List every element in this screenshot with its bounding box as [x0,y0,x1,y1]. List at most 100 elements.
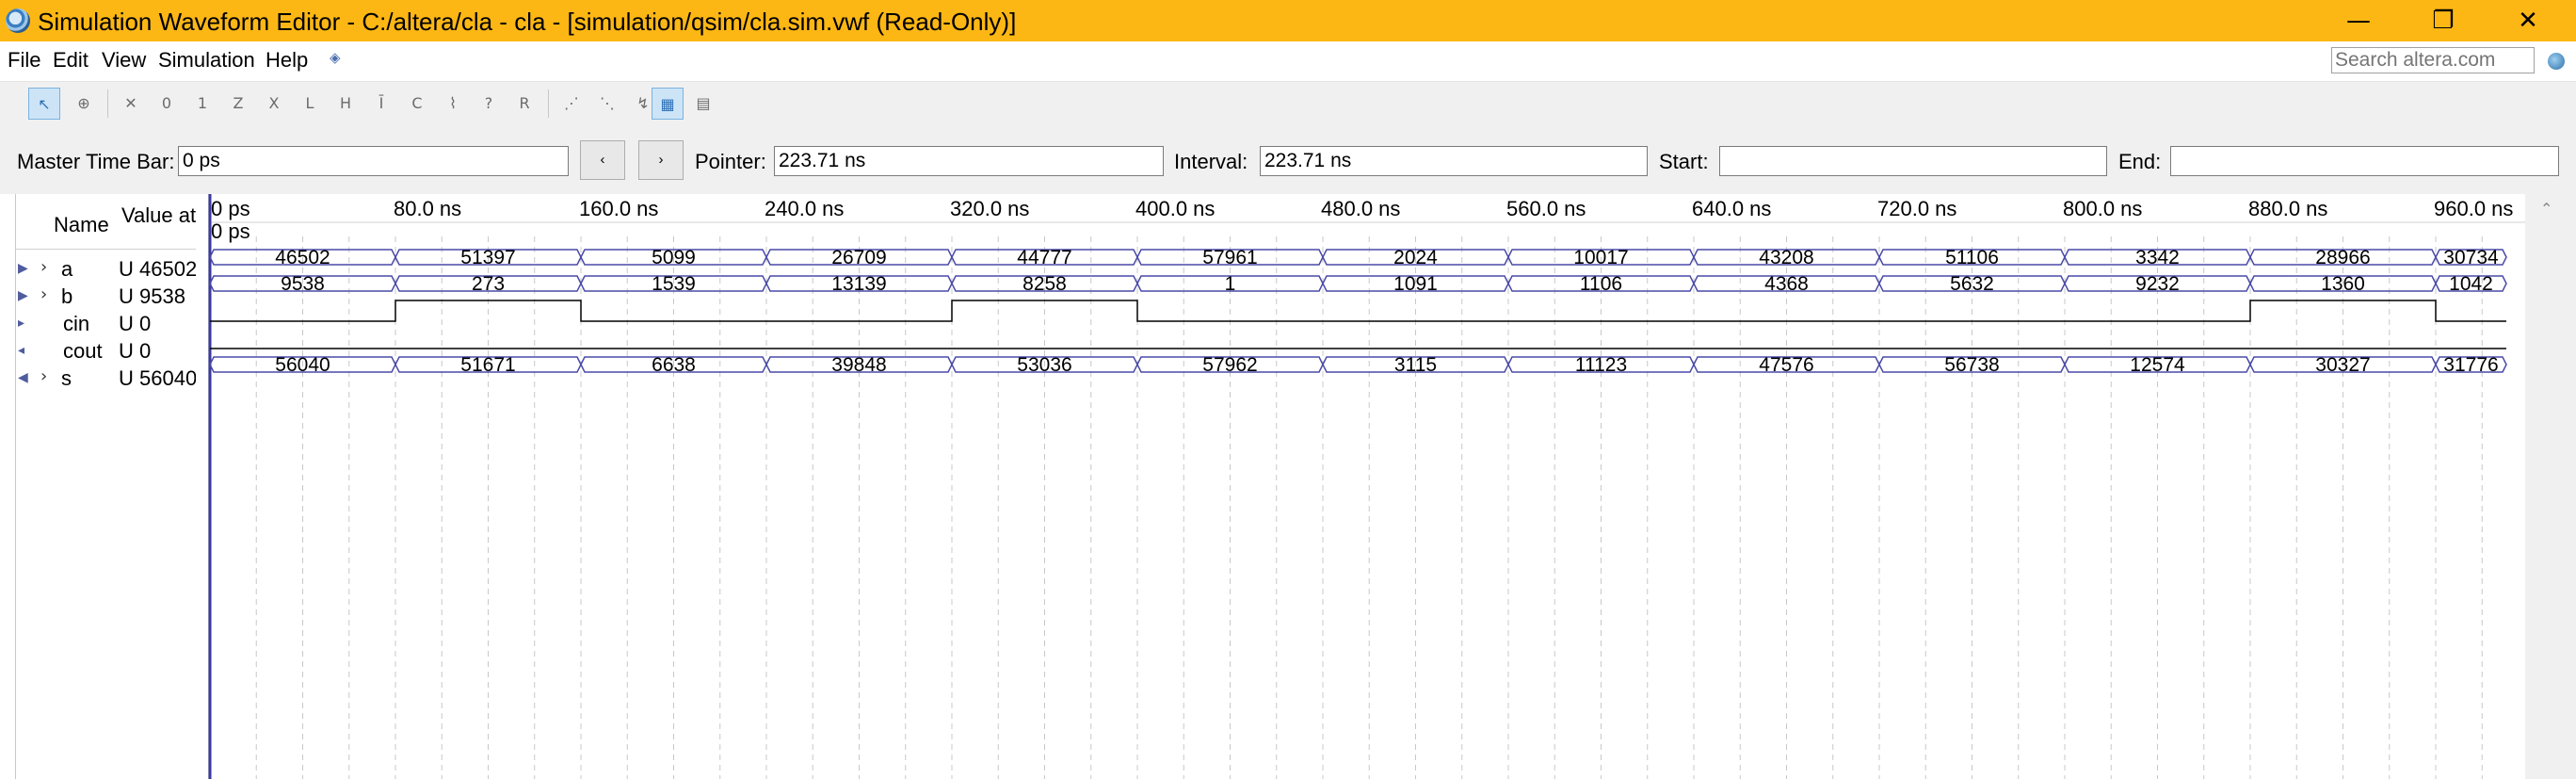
bus-value-b: 1106 [1580,273,1622,295]
signal-row-cin[interactable]: ▸ cin U 0 [16,310,197,337]
time-tick-label: 400.0 ns [1135,197,1215,220]
bus-value-s: 57962 [1202,354,1257,376]
panel-splitter[interactable] [196,194,209,779]
start-field[interactable] [1719,146,2107,176]
forcing-high-icon[interactable]: 1 [186,88,218,120]
input-bus-icon: ▶ [18,261,28,276]
menu-view[interactable]: View [102,48,146,73]
expand-icon[interactable]: › [40,257,47,277]
master-time-marker-label: 0 ps [211,219,250,243]
input-pin-icon: ▸ [18,316,25,331]
minimize-button[interactable]: — [2316,0,2401,41]
time-tick-label: 560.0 ns [1506,197,1586,220]
bus-value-a: 3342 [2135,247,2180,268]
interval-field[interactable]: 223.71 ns [1260,146,1648,176]
time-bar: Master Time Bar: 0 ps ‹ › Pointer: 223.7… [0,125,2576,194]
bus-value-s: 47576 [1759,354,1813,376]
signal-name: s [61,366,72,390]
invert-icon[interactable]: Ī [365,88,397,120]
bus-value-a: 2024 [1393,247,1438,268]
forcing-low-icon[interactable]: 0 [151,88,183,120]
bus-value-b: 4368 [1764,273,1809,295]
help-search-icon[interactable]: ◈ [330,49,341,66]
time-tick-label: 0 ps [211,197,250,220]
search-input[interactable] [2331,47,2535,73]
high-impedance-icon[interactable]: Z [222,88,254,120]
bus-value-s: 51671 [460,354,515,376]
time-tick-label: 720.0 ns [1877,197,1956,220]
title-bar: Simulation Waveform Editor - C:/altera/c… [0,0,2576,41]
master-time-bar-field[interactable]: 0 ps [178,146,569,176]
menu-help[interactable]: Help [266,48,308,73]
name-column-header[interactable]: Name [54,213,109,237]
grid-icon[interactable]: ⋱ [591,88,623,120]
signal-row-b[interactable]: ▶ › b U 9538 [16,283,197,310]
weak-unknown-icon[interactable]: X [258,88,290,120]
bus-value-s: 30327 [2315,354,2370,376]
bus-value-b: 273 [472,273,505,295]
bus-value-b: 1042 [2449,273,2493,295]
bus-value-s: 56040 [275,354,330,376]
settings-icon[interactable]: ▤ [687,88,719,120]
toolbar-separator [107,89,108,118]
bus-value-s: 3115 [1394,354,1437,376]
signal-name: b [61,284,73,308]
bus-value-a: 5099 [652,247,696,268]
count-value-icon[interactable]: C [401,88,433,120]
time-tick-label: 960.0 ns [2434,197,2513,220]
menu-simulation[interactable]: Simulation [158,48,255,73]
menu-edit[interactable]: Edit [53,48,89,73]
bus-value-s: 39848 [831,354,886,376]
vertical-scrollbar[interactable]: ⌃ [2525,194,2576,779]
snap-to-grid-icon[interactable]: ⋰ [555,88,588,120]
close-button[interactable]: ✕ [2486,0,2570,41]
interval-label: Interval: [1174,150,1248,173]
arbitrary-value-icon[interactable]: ? [473,88,505,120]
bus-value-b: 5632 [1950,273,1994,295]
bus-value-b: 1 [1225,273,1236,295]
weak-high-icon[interactable]: H [330,88,362,120]
restore-button[interactable]: ❐ [2401,0,2486,41]
time-tick-label: 80.0 ns [394,197,461,220]
bus-value-s: 11123 [1575,354,1627,376]
toolbar-separator [548,89,549,118]
waveform-view-icon[interactable]: ▦ [652,88,684,120]
scroll-up-icon[interactable]: ⌃ [2540,200,2552,218]
bus-value-b: 1091 [1393,273,1438,295]
signal-row-cout[interactable]: ◂ cout U 0 [16,337,197,365]
next-transition-button[interactable]: › [638,140,684,180]
output-pin-icon: ◂ [18,343,25,358]
zoom-tool-icon[interactable]: ⊕ [68,88,100,120]
bus-value-s: 31776 [2443,354,2498,376]
app-icon [6,8,30,33]
bus-value-s: 56738 [1944,354,1999,376]
weak-low-icon[interactable]: L [294,88,326,120]
forcing-unknown-icon[interactable]: ✕ [115,88,147,120]
expand-icon[interactable]: › [40,284,47,304]
bus-value-b: 9232 [2135,273,2180,295]
signal-value: U 56040 [119,366,198,390]
toolbar: ↖ ⊕ ✕ 0 1 Z X L H Ī C ⌇ ? R ⋰ ⋱ ↯ ▦ ▤ [0,81,2576,126]
signal-row-s[interactable]: ◀ › s U 56040 [16,365,197,392]
signal-name: cin [63,312,90,335]
menu-file[interactable]: File [8,48,40,73]
time-tick-label: 640.0 ns [1692,197,1771,220]
bus-value-b: 8258 [1022,273,1067,295]
bus-value-a: 57961 [1202,247,1257,268]
signal-row-a[interactable]: ▶ › a U 46502 [16,255,197,283]
time-tick-label: 240.0 ns [765,197,844,220]
bus-value-s: 53036 [1017,354,1071,376]
clock-icon[interactable]: ⌇ [437,88,469,120]
bus-value-s: 12574 [2130,354,2185,376]
bit-waveform-cin [210,300,2506,322]
end-field[interactable] [2170,146,2559,176]
random-value-icon[interactable]: R [508,88,540,120]
expand-icon[interactable]: › [40,366,47,386]
selection-tool-icon[interactable]: ↖ [28,88,60,120]
waveform-canvas[interactable]: 0 ps 80.0 ns 160.0 ns 240.0 ns 320.0 ns 400.0… [208,194,2525,779]
bus-value-a: 46502 [275,247,330,268]
pointer-field[interactable]: 223.71 ns [774,146,1164,176]
globe-icon[interactable] [2548,53,2565,70]
value-column-header[interactable]: Value at 0 ps [121,203,202,227]
previous-transition-button[interactable]: ‹ [580,140,625,180]
